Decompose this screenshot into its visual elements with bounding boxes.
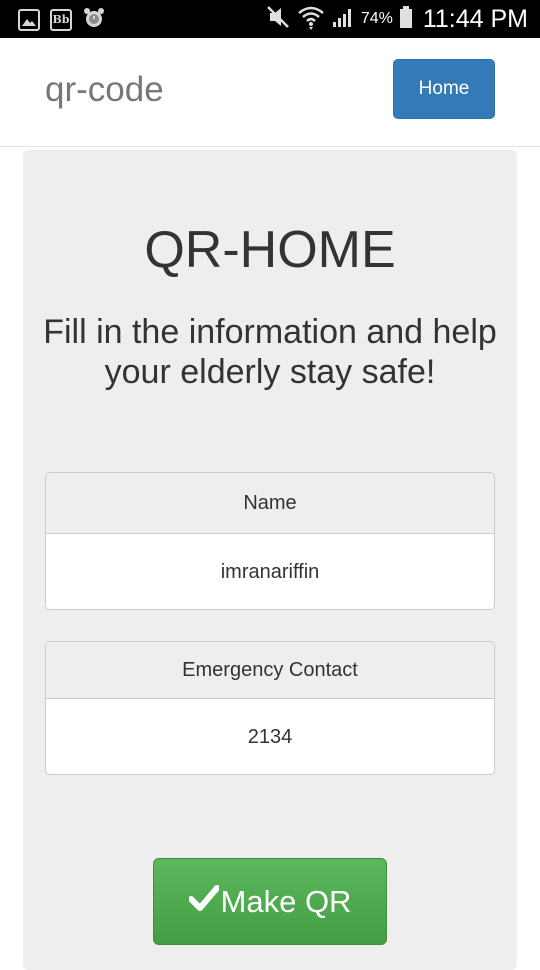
page-subtitle: Fill in the information and help your el… [43, 313, 497, 391]
battery-icon [399, 5, 413, 33]
page-title: QR-HOME [144, 221, 396, 279]
wifi-icon [297, 4, 325, 34]
make-qr-label: Make QR [220, 883, 352, 919]
name-field[interactable]: imranariffin [46, 534, 494, 609]
alarm-icon [82, 6, 106, 34]
signal-icon [331, 5, 355, 33]
checkmark-icon [187, 884, 220, 920]
name-field-label: Name [46, 473, 494, 534]
gallery-icon [18, 9, 40, 31]
status-time: 11:44 PM [422, 4, 528, 33]
emergency-contact-field[interactable]: 2134 [46, 699, 494, 774]
emergency-contact-field-label: Emergency Contact [46, 642, 494, 699]
status-bar-right: 74% 11:44 PM [265, 0, 528, 38]
mute-icon [265, 4, 291, 34]
brand-title[interactable]: qr-code [45, 70, 164, 110]
make-qr-button[interactable]: Make QR [153, 858, 387, 945]
home-button[interactable]: Home [393, 59, 495, 119]
status-bar-left: Bb [18, 6, 106, 34]
status-bar: Bb 74% 11:44 PM [0, 0, 540, 38]
blackboard-icon: Bb [50, 9, 72, 31]
battery-percent: 74% [360, 10, 393, 27]
name-input-group: Name imranariffin [45, 472, 495, 610]
emergency-contact-input-group: Emergency Contact 2134 [45, 641, 495, 775]
navbar: qr-code Home [0, 38, 540, 147]
